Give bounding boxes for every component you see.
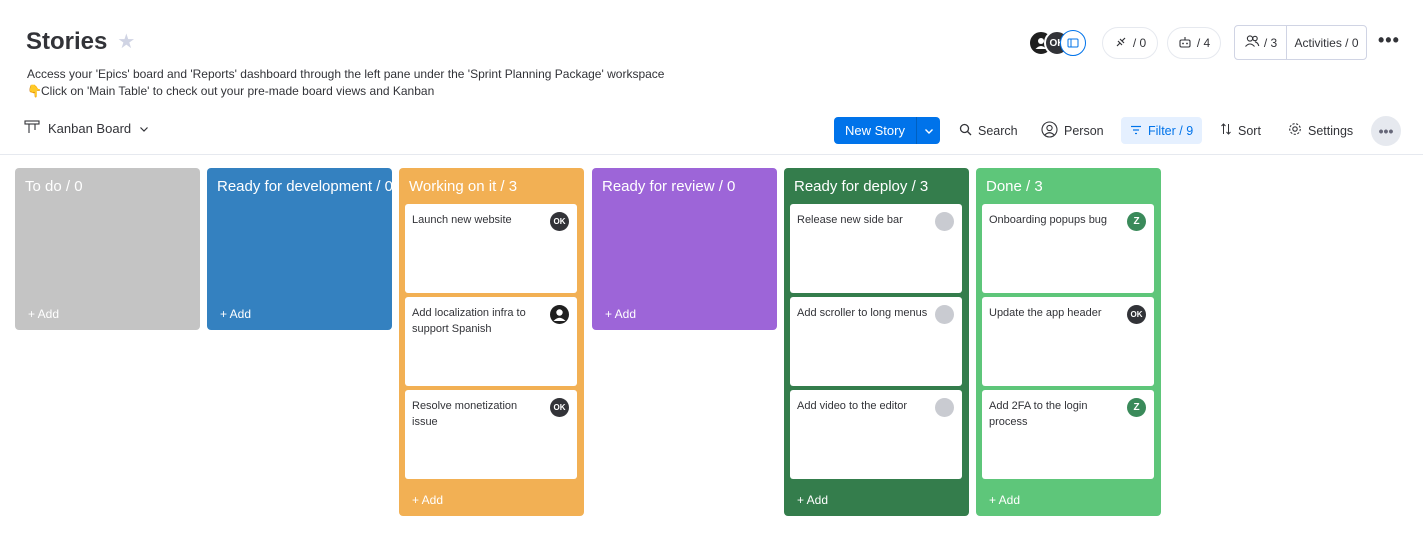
card-title: Add 2FA to the login process xyxy=(989,400,1088,428)
unassigned-avatar-icon[interactable] xyxy=(935,212,954,231)
sort-button[interactable]: Sort xyxy=(1220,117,1261,144)
automations-button[interactable]: / 4 xyxy=(1167,27,1221,59)
add-card-button[interactable]: + Add xyxy=(412,493,443,507)
new-story-button[interactable]: New Story xyxy=(834,117,916,144)
column-title[interactable]: Ready for deploy / 3 xyxy=(784,168,969,204)
automations-count: / 4 xyxy=(1196,36,1211,50)
owner-avatar[interactable]: Z xyxy=(1127,398,1146,417)
column-title[interactable]: Ready for development / 0 xyxy=(207,168,392,204)
card-title: Release new side bar xyxy=(797,214,903,226)
column-title[interactable]: Working on it / 3 xyxy=(399,168,584,204)
description-line-1: Access your 'Epics' board and 'Reports' … xyxy=(27,67,665,81)
card-title: Add video to the editor xyxy=(797,400,908,412)
new-story-dropdown-icon[interactable] xyxy=(916,117,940,144)
column-title[interactable]: Done / 3 xyxy=(976,168,1161,204)
filter-icon xyxy=(1130,124,1142,138)
board-page: Stories ★ Access your 'Epics' board and … xyxy=(0,0,1423,537)
board-more-icon[interactable]: ••• xyxy=(1371,116,1401,146)
robot-icon xyxy=(1178,35,1192,52)
description-line-2-row: 👇Click on 'Main Table' to check out your… xyxy=(27,83,664,100)
column-ready-for-deploy: Ready for deploy / 3 Release new side ba… xyxy=(784,168,969,516)
pointing-down-icon: 👇 xyxy=(27,84,42,98)
owner-avatar[interactable]: Z xyxy=(1127,212,1146,231)
card-title: Add scroller to long menus xyxy=(797,307,928,319)
card-title: Add localization infra to support Spanis… xyxy=(412,307,526,335)
unassigned-avatar-icon[interactable] xyxy=(935,398,954,417)
subscribers-avatars[interactable]: OK xyxy=(1028,30,1086,56)
guest-avatar-icon[interactable] xyxy=(1060,30,1086,56)
card-title: Update the app header xyxy=(989,307,1102,319)
story-card[interactable]: Add 2FA to the login process Z xyxy=(982,390,1154,479)
owner-avatar[interactable]: OK xyxy=(1127,305,1146,324)
story-card[interactable]: Resolve monetization issue OK xyxy=(405,390,577,479)
story-card[interactable]: Add localization infra to support Spanis… xyxy=(405,297,577,386)
gear-icon xyxy=(1288,122,1302,139)
settings-label: Settings xyxy=(1308,123,1354,138)
integrations-count: / 0 xyxy=(1132,36,1147,50)
sort-icon xyxy=(1220,123,1232,138)
search-button[interactable]: Search xyxy=(959,117,1018,144)
chevron-down-icon xyxy=(139,121,149,136)
filter-button[interactable]: Filter / 9 xyxy=(1121,117,1203,144)
owner-avatar[interactable]: OK xyxy=(550,212,569,231)
column-ready-for-development: Ready for development / 0 + Add xyxy=(207,168,392,330)
add-card-button[interactable]: + Add xyxy=(28,307,59,321)
person-icon xyxy=(1041,120,1058,141)
owner-avatar-icon[interactable] xyxy=(550,305,569,324)
members-button[interactable]: / 3 xyxy=(1235,26,1287,59)
search-label: Search xyxy=(978,123,1018,138)
board-title-row: Stories ★ xyxy=(26,28,135,56)
story-card[interactable]: Add scroller to long menus xyxy=(790,297,962,386)
column-title[interactable]: To do / 0 xyxy=(15,168,200,204)
column-ready-for-review: Ready for review / 0 + Add xyxy=(592,168,777,330)
settings-button[interactable]: Settings xyxy=(1288,117,1353,144)
column-done: Done / 3 Onboarding popups bug Z Update … xyxy=(976,168,1161,516)
story-card[interactable]: Add video to the editor xyxy=(790,390,962,479)
card-title: Onboarding popups bug xyxy=(989,214,1108,226)
person-label: Person xyxy=(1064,123,1104,138)
column-working-on-it: Working on it / 3 Launch new website OK … xyxy=(399,168,584,516)
add-card-button[interactable]: + Add xyxy=(797,493,828,507)
card-title: Launch new website xyxy=(412,214,512,226)
column-to-do: To do / 0 + Add xyxy=(15,168,200,330)
board-title[interactable]: Stories xyxy=(26,28,107,56)
integrations-icon xyxy=(1114,35,1128,52)
person-filter-button[interactable]: Person xyxy=(1041,117,1104,144)
owner-avatar[interactable]: OK xyxy=(550,398,569,417)
filter-label: Filter / 9 xyxy=(1148,123,1194,138)
story-card[interactable]: Onboarding popups bug Z xyxy=(982,204,1154,293)
view-selector[interactable]: Kanban Board xyxy=(24,120,149,137)
new-story-button-group: New Story xyxy=(834,117,940,144)
sort-label: Sort xyxy=(1238,123,1261,138)
search-icon xyxy=(959,123,972,139)
story-card[interactable]: Launch new website OK xyxy=(405,204,577,293)
story-card[interactable]: Release new side bar xyxy=(790,204,962,293)
more-options-icon[interactable]: ••• xyxy=(1378,30,1400,51)
kanban-icon xyxy=(24,120,40,137)
unassigned-avatar-icon[interactable] xyxy=(935,305,954,324)
card-title: Resolve monetization issue xyxy=(412,400,518,428)
view-name: Kanban Board xyxy=(48,121,132,136)
column-title[interactable]: Ready for review / 0 xyxy=(592,168,777,204)
star-icon[interactable]: ★ xyxy=(117,32,135,52)
members-activities-group: / 3 Activities / 0 xyxy=(1234,25,1367,60)
story-card[interactable]: Update the app header OK xyxy=(982,297,1154,386)
add-card-button[interactable]: + Add xyxy=(605,307,636,321)
add-card-button[interactable]: + Add xyxy=(989,493,1020,507)
integrations-button[interactable]: / 0 xyxy=(1102,27,1158,59)
add-card-button[interactable]: + Add xyxy=(220,307,251,321)
description-line-2: Click on 'Main Table' to check out your … xyxy=(41,84,435,98)
members-count: / 3 xyxy=(1263,35,1278,50)
people-icon xyxy=(1244,34,1260,51)
activities-button[interactable]: Activities / 0 xyxy=(1287,36,1366,50)
toolbar-divider xyxy=(0,154,1423,155)
board-description: Access your 'Epics' board and 'Reports' … xyxy=(27,66,664,100)
